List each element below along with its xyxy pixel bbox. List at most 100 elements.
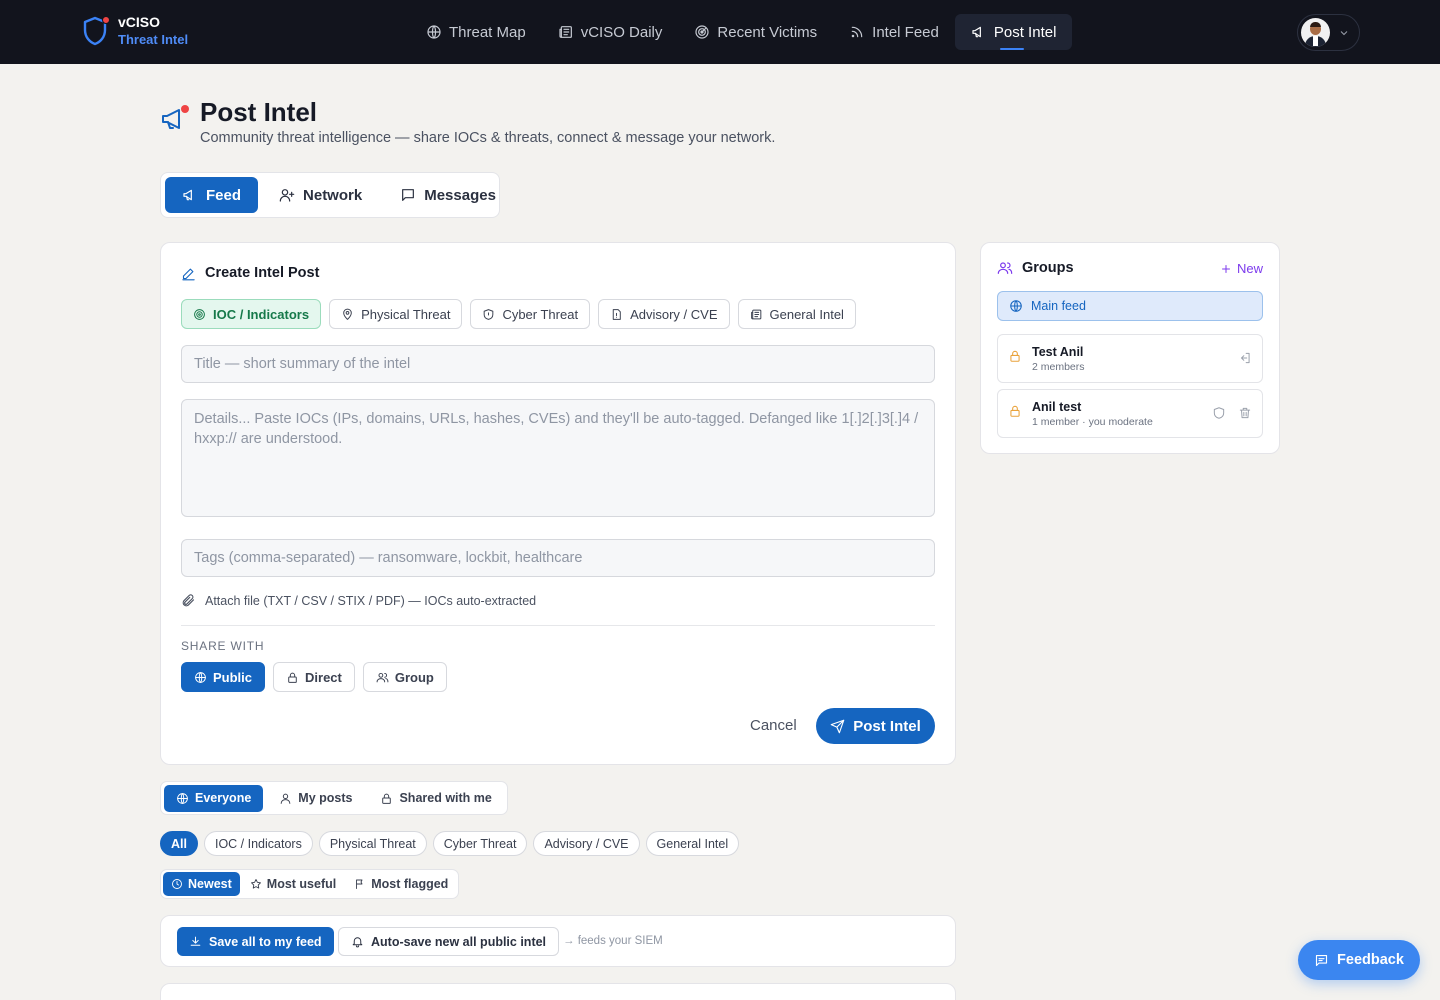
users-icon bbox=[997, 262, 1013, 274]
megaphone-icon bbox=[972, 26, 981, 38]
share-with-label: SHARE WITH bbox=[181, 639, 265, 653]
type-label: IOC / Indicators bbox=[213, 306, 310, 322]
page-header: Post Intel Community threat intelligence… bbox=[160, 96, 775, 146]
tab-feed[interactable]: Feed bbox=[165, 177, 259, 213]
type-advisory-cve[interactable]: Advisory / CVE bbox=[598, 299, 730, 329]
user-plus-icon bbox=[279, 189, 295, 202]
sort-label: Newest bbox=[188, 877, 232, 891]
nav-vciso-daily[interactable]: vCISO Daily bbox=[542, 14, 679, 50]
scope-label: Everyone bbox=[195, 791, 252, 805]
main-feed-item[interactable]: Main feed bbox=[997, 291, 1263, 321]
profile-menu[interactable] bbox=[1297, 14, 1360, 51]
clock-icon bbox=[172, 879, 182, 889]
tab-messages[interactable]: Messages bbox=[383, 177, 513, 213]
save-all-button[interactable]: Save all to my feed bbox=[177, 927, 334, 956]
group-name: Anil test bbox=[1032, 399, 1082, 414]
document-icon bbox=[612, 308, 621, 320]
brand-subtitle: Threat Intel bbox=[118, 32, 189, 47]
type-ioc[interactable]: IOC / Indicators bbox=[181, 299, 322, 329]
sort-filter: Newest Most useful Most flagged bbox=[160, 869, 460, 899]
feed-actions-bar: Save all to my feed Auto-save new all pu… bbox=[160, 915, 956, 967]
alert-dot bbox=[181, 105, 189, 113]
category-chip-all[interactable]: All bbox=[160, 831, 198, 856]
leave-group-icon[interactable] bbox=[1238, 351, 1252, 365]
nav-label: Intel Feed bbox=[872, 23, 939, 41]
share-public-button[interactable]: Public bbox=[181, 662, 266, 692]
attach-file-button[interactable]: Attach file (TXT / CSV / STIX / PDF) — I… bbox=[181, 593, 536, 608]
post-intel-button[interactable]: Post Intel bbox=[816, 708, 935, 744]
download-icon bbox=[190, 936, 201, 946]
map-pin-icon bbox=[343, 308, 352, 320]
group-name: Test Anil bbox=[1032, 344, 1084, 359]
scope-my-posts[interactable]: My posts bbox=[267, 785, 364, 812]
paperclip-icon bbox=[182, 594, 195, 607]
scope-shared-with-me[interactable]: Shared with me bbox=[368, 785, 503, 812]
page-subtitle: Community threat intelligence — share IO… bbox=[200, 130, 776, 146]
category-filter: All IOC / Indicators Physical Threat Cyb… bbox=[160, 831, 740, 856]
megaphone-icon bbox=[183, 189, 192, 201]
cancel-button[interactable]: Cancel bbox=[750, 717, 797, 734]
type-label: Physical Threat bbox=[361, 306, 451, 322]
siem-note: → feeds your SIEM bbox=[563, 935, 663, 947]
new-group-button[interactable]: New bbox=[1220, 261, 1263, 276]
autosave-label: Auto-save new all public intel bbox=[371, 934, 547, 949]
moderate-shield-icon[interactable] bbox=[1212, 406, 1226, 420]
title-input[interactable]: Title — short summary of the intel bbox=[181, 345, 935, 383]
brand-logo[interactable]: vCISO Threat Intel bbox=[82, 14, 188, 48]
type-general-intel[interactable]: General Intel bbox=[737, 299, 856, 329]
attach-label: Attach file (TXT / CSV / STIX / PDF) — I… bbox=[205, 593, 537, 608]
tab-network[interactable]: Network bbox=[262, 177, 379, 213]
sort-newest[interactable]: Newest bbox=[163, 872, 240, 896]
scope-filter: Everyone My posts Shared with me bbox=[160, 781, 508, 815]
groups-title: Groups bbox=[1022, 260, 1074, 276]
page-title: Post Intel bbox=[200, 97, 318, 127]
share-group-button[interactable]: Group bbox=[362, 662, 447, 692]
category-chip-ioc[interactable]: IOC / Indicators bbox=[203, 831, 313, 856]
lock-icon bbox=[288, 672, 297, 683]
nav-label: vCISO Daily bbox=[580, 23, 663, 41]
radar-icon bbox=[194, 308, 205, 320]
sort-most-useful[interactable]: Most useful bbox=[242, 872, 344, 896]
pencil-icon bbox=[182, 268, 195, 280]
feedback-button[interactable]: Feedback bbox=[1298, 940, 1420, 980]
category-chip-physical[interactable]: Physical Threat bbox=[318, 831, 427, 856]
scope-label: My posts bbox=[298, 791, 353, 805]
autosave-button[interactable]: Auto-save new all public intel bbox=[338, 927, 560, 956]
share-label: Group bbox=[394, 669, 434, 685]
category-chip-advisory[interactable]: Advisory / CVE bbox=[533, 831, 640, 856]
star-icon bbox=[250, 879, 261, 889]
flag-icon bbox=[356, 879, 363, 889]
share-direct-button[interactable]: Direct bbox=[273, 662, 355, 692]
group-meta: 1 member · you moderate bbox=[1032, 415, 1153, 428]
share-selector: Public Direct Group bbox=[181, 662, 447, 692]
nav-recent-victims[interactable]: Recent Victims bbox=[678, 14, 833, 50]
group-item-test-anil[interactable]: Test Anil 2 members bbox=[997, 334, 1263, 383]
post-type-selector: IOC / Indicators Physical Threat Cyber T… bbox=[181, 299, 856, 329]
nav-intel-feed[interactable]: Intel Feed bbox=[833, 14, 955, 50]
main-tabs: Feed Network Messages bbox=[160, 172, 500, 218]
type-physical-threat[interactable]: Physical Threat bbox=[329, 299, 463, 329]
share-label: Direct bbox=[305, 669, 342, 685]
plus-icon bbox=[1221, 264, 1230, 273]
type-label: General Intel bbox=[769, 306, 844, 322]
details-textarea[interactable]: Details... Paste IOCs (IPs, domains, URL… bbox=[181, 399, 935, 517]
chat-icon bbox=[1315, 954, 1328, 966]
type-cyber-threat[interactable]: Cyber Threat bbox=[470, 299, 591, 329]
scope-everyone[interactable]: Everyone bbox=[164, 784, 264, 812]
card-title: Create Intel Post bbox=[205, 265, 320, 281]
trash-icon[interactable] bbox=[1238, 406, 1252, 420]
save-all-label: Save all to my feed bbox=[209, 934, 322, 949]
category-chip-cyber[interactable]: Cyber Threat bbox=[432, 831, 528, 856]
create-intel-title: Create Intel Post bbox=[181, 265, 319, 281]
category-chip-general[interactable]: General Intel bbox=[645, 831, 740, 856]
tab-label: Feed bbox=[206, 186, 242, 204]
sort-label: Most flagged bbox=[371, 877, 449, 891]
user-icon bbox=[280, 793, 291, 804]
tags-input[interactable]: Tags (comma-separated) — ransomware, loc… bbox=[181, 539, 935, 577]
nav-threat-map[interactable]: Threat Map bbox=[410, 14, 542, 50]
sort-most-flagged[interactable]: Most flagged bbox=[346, 872, 456, 896]
nav-post-intel[interactable]: Post Intel bbox=[954, 14, 1073, 50]
group-item-anil-test[interactable]: Anil test 1 member · you moderate bbox=[997, 389, 1263, 438]
chevron-down-icon bbox=[1340, 30, 1348, 35]
post-intel-label: Post Intel bbox=[853, 717, 921, 735]
